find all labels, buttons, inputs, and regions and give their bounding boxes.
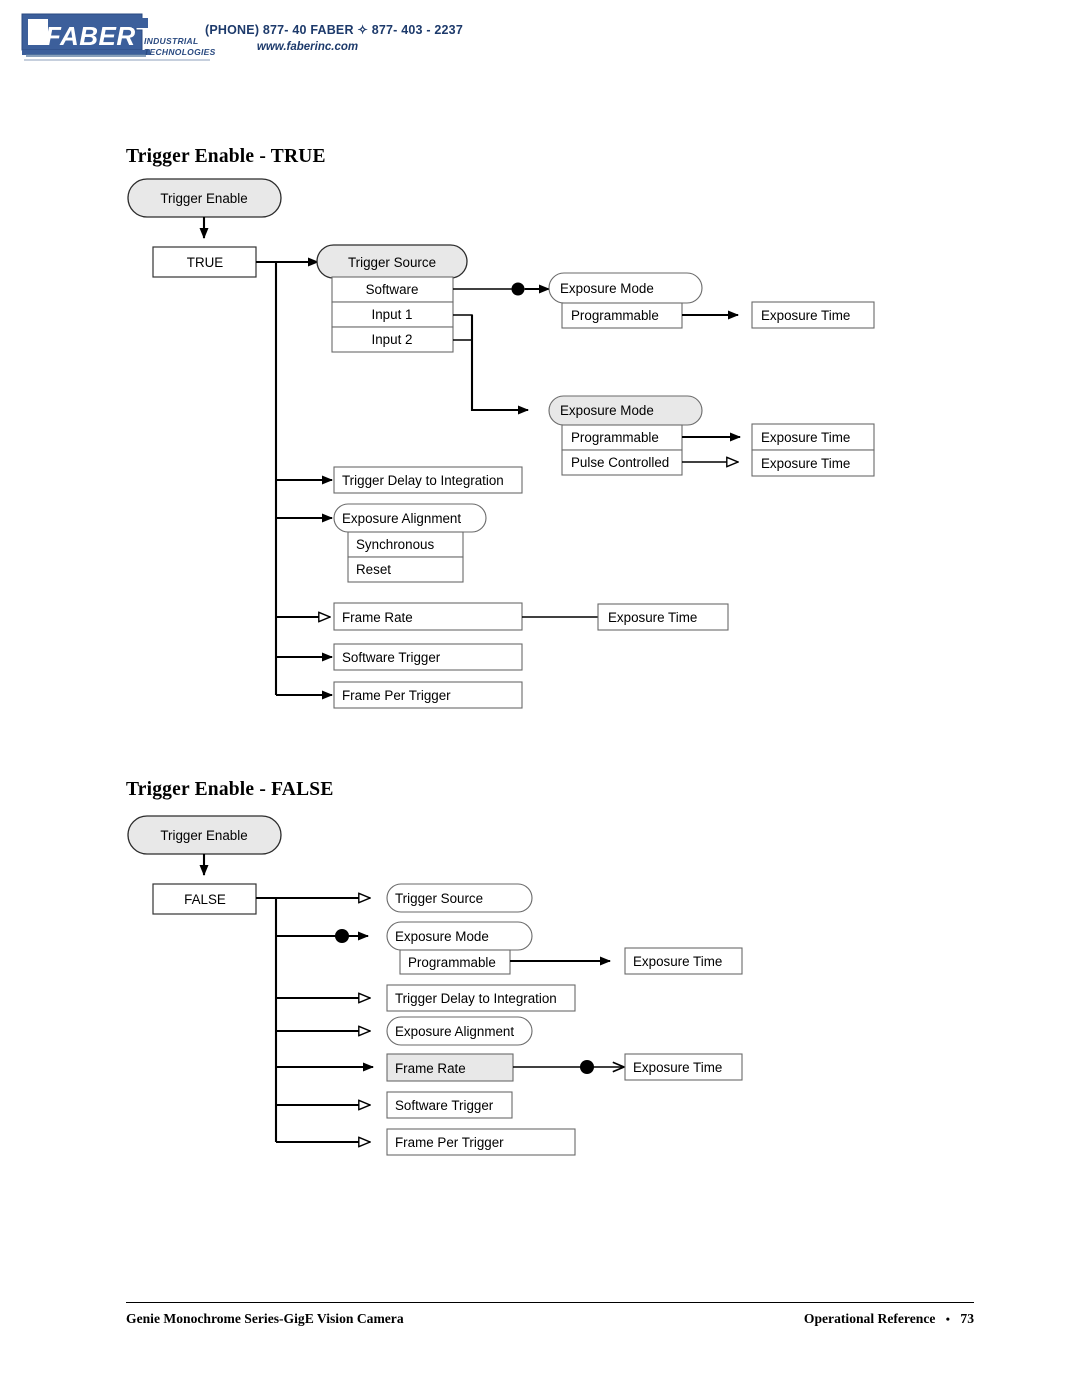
- faber-logo: FABER INDUSTRIAL TECHNOLOGIES: [14, 8, 215, 66]
- junction-dot-exposure-mode: [335, 929, 349, 943]
- junction-dot-software: [511, 282, 525, 296]
- node-state-false[interactable]: FALSE: [152, 883, 257, 915]
- node-input-2[interactable]: Input 2: [331, 326, 454, 353]
- page-footer: Genie Monochrome Series-GigE Vision Came…: [126, 1302, 974, 1327]
- node-exposure-alignment[interactable]: Exposure Alignment: [386, 1016, 533, 1046]
- node-exposure-time-1[interactable]: Exposure Time: [624, 947, 743, 975]
- website-text[interactable]: www.faberinc.com: [205, 41, 410, 53]
- node-state-true[interactable]: TRUE: [152, 246, 257, 278]
- node-label: Exposure Time: [761, 430, 850, 445]
- node-synchronous[interactable]: Synchronous: [347, 531, 464, 558]
- node-label: Software Trigger: [342, 650, 441, 665]
- node-reset[interactable]: Reset: [347, 556, 464, 583]
- node-label: Synchronous: [356, 537, 434, 552]
- node-exposure-mode-1[interactable]: Exposure Mode: [548, 272, 703, 304]
- node-exposure-time-3[interactable]: Exposure Time: [751, 449, 875, 477]
- node-exposure-alignment[interactable]: Exposure Alignment: [333, 503, 487, 533]
- node-label: Trigger Source: [348, 255, 436, 270]
- node-label: Exposure Alignment: [395, 1024, 514, 1039]
- node-label: Programmable: [571, 430, 659, 445]
- node-label: Exposure Mode: [395, 929, 489, 944]
- node-label: Programmable: [408, 955, 496, 970]
- node-software-trigger[interactable]: Software Trigger: [386, 1091, 513, 1119]
- section-title-true: Trigger Enable - TRUE: [126, 146, 326, 167]
- node-label: TRUE: [187, 255, 224, 270]
- node-software[interactable]: Software: [331, 276, 454, 303]
- node-programmable[interactable]: Programmable: [399, 949, 511, 975]
- node-label: Exposure Alignment: [342, 511, 461, 526]
- node-exposure-mode[interactable]: Exposure Mode: [386, 921, 533, 951]
- node-software-trigger[interactable]: Software Trigger: [333, 643, 523, 671]
- node-label: Exposure Mode: [560, 281, 654, 296]
- node-label: Trigger Enable: [160, 828, 247, 843]
- trigger-enable-false-diagram: Trigger Enable FALSE Trigger Source Expo…: [127, 815, 743, 1156]
- node-label: Input 1: [372, 307, 413, 322]
- node-frame-per-trigger[interactable]: Frame Per Trigger: [386, 1128, 576, 1156]
- node-label: Exposure Mode: [560, 403, 654, 418]
- node-label: FALSE: [184, 892, 226, 907]
- node-trigger-delay[interactable]: Trigger Delay to Integration: [333, 466, 523, 494]
- footer-divider: [126, 1302, 974, 1303]
- node-programmable-2[interactable]: Programmable: [561, 424, 683, 451]
- node-frame-rate[interactable]: Frame Rate: [333, 602, 523, 631]
- footer-row: Genie Monochrome Series-GigE Vision Came…: [126, 1311, 974, 1327]
- contact-block: (PHONE) 877- 40 FABER ✧ 877- 403 - 2237 …: [205, 22, 525, 53]
- node-label: Programmable: [571, 308, 659, 323]
- node-trigger-enable-root[interactable]: Trigger Enable: [127, 178, 282, 218]
- node-label: Exposure Time: [608, 610, 697, 625]
- node-label: Exposure Time: [633, 954, 722, 969]
- edge-inputs-to-exposure-mode-2: [470, 315, 529, 415]
- node-frame-per-trigger[interactable]: Frame Per Trigger: [333, 681, 523, 709]
- node-label: Pulse Controlled: [571, 455, 669, 470]
- footer-section-label: Operational Reference • 73: [804, 1311, 974, 1327]
- node-label: Trigger Source: [395, 891, 483, 906]
- node-trigger-source[interactable]: Trigger Source: [316, 244, 468, 279]
- junction-dot-frame-rate: [580, 1060, 594, 1074]
- svg-text:FABER: FABER: [45, 21, 136, 51]
- footer-section-name: Operational Reference: [803, 1311, 936, 1326]
- node-label: Input 2: [372, 332, 413, 347]
- node-trigger-delay[interactable]: Trigger Delay to Integration: [386, 984, 576, 1012]
- node-trigger-enable-root[interactable]: Trigger Enable: [127, 815, 282, 855]
- node-label: Exposure Time: [633, 1060, 722, 1075]
- node-frame-rate[interactable]: Frame Rate: [386, 1053, 514, 1082]
- node-label: Trigger Enable: [160, 191, 247, 206]
- footer-bullet: •: [945, 1312, 950, 1326]
- trigger-enable-true-diagram: Trigger Enable TRUE Trigger Source Softw…: [127, 178, 875, 709]
- node-input-1[interactable]: Input 1: [331, 301, 454, 328]
- node-exposure-time-4[interactable]: Exposure Time: [597, 603, 729, 631]
- node-label: Software: [366, 282, 419, 297]
- node-label: Frame Per Trigger: [395, 1135, 504, 1150]
- node-label: Frame Per Trigger: [342, 688, 451, 703]
- node-exposure-time-1[interactable]: Exposure Time: [751, 301, 875, 329]
- section-title-false: Trigger Enable - FALSE: [126, 779, 334, 800]
- node-exposure-time-2[interactable]: Exposure Time: [751, 423, 875, 451]
- phone-text: (PHONE) 877- 40 FABER ✧ 877- 403 - 2237: [205, 23, 463, 37]
- node-label: Frame Rate: [395, 1061, 466, 1076]
- node-label: Frame Rate: [342, 610, 413, 625]
- node-programmable-1[interactable]: Programmable: [561, 302, 683, 329]
- node-label: Software Trigger: [395, 1098, 494, 1113]
- footer-document-title: Genie Monochrome Series-GigE Vision Came…: [126, 1311, 404, 1326]
- node-label: Trigger Delay to Integration: [342, 473, 504, 488]
- footer-page-number: 73: [960, 1311, 974, 1326]
- node-exposure-time-2[interactable]: Exposure Time: [624, 1053, 743, 1081]
- node-trigger-source[interactable]: Trigger Source: [386, 883, 533, 913]
- node-pulse-controlled[interactable]: Pulse Controlled: [561, 449, 683, 476]
- node-label: Trigger Delay to Integration: [395, 991, 557, 1006]
- node-label: Reset: [356, 562, 391, 577]
- node-exposure-mode-2[interactable]: Exposure Mode: [548, 395, 703, 426]
- node-label: Exposure Time: [761, 308, 850, 323]
- edge-inputs-merge: [453, 314, 473, 341]
- node-label: Exposure Time: [761, 456, 850, 471]
- page-header: FABER INDUSTRIAL TECHNOLOGIES (PHONE) 87…: [0, 0, 1080, 80]
